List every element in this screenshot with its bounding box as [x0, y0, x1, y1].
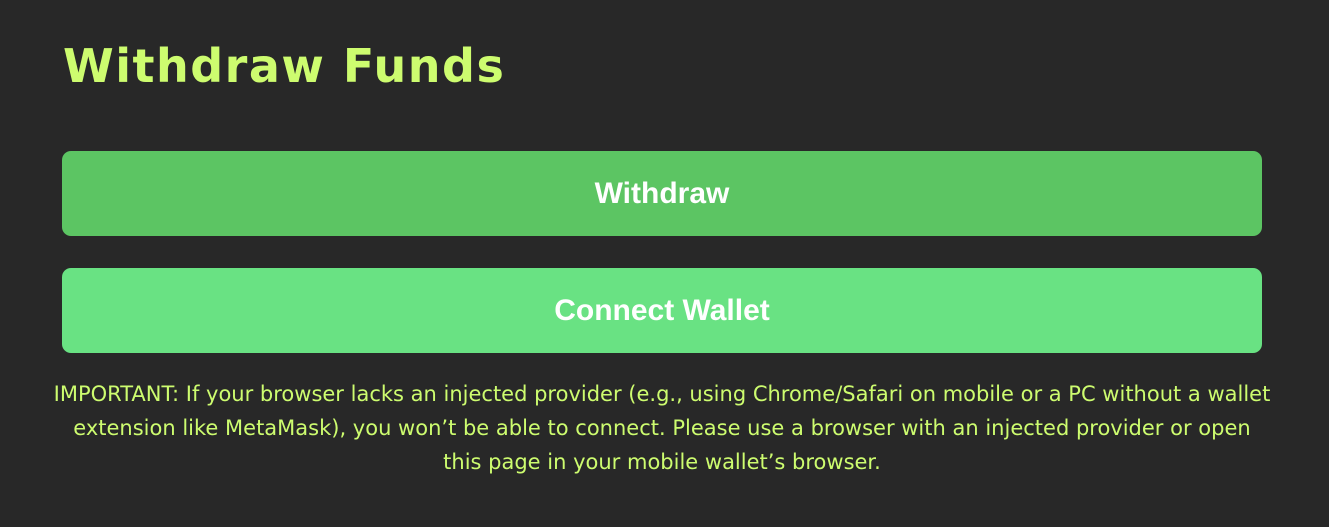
- connect-wallet-button[interactable]: Connect Wallet: [62, 268, 1262, 353]
- page-title: Withdraw Funds: [63, 39, 506, 93]
- important-notice: IMPORTANT: If your browser lacks an inje…: [53, 382, 1271, 474]
- withdraw-button[interactable]: Withdraw: [62, 151, 1262, 236]
